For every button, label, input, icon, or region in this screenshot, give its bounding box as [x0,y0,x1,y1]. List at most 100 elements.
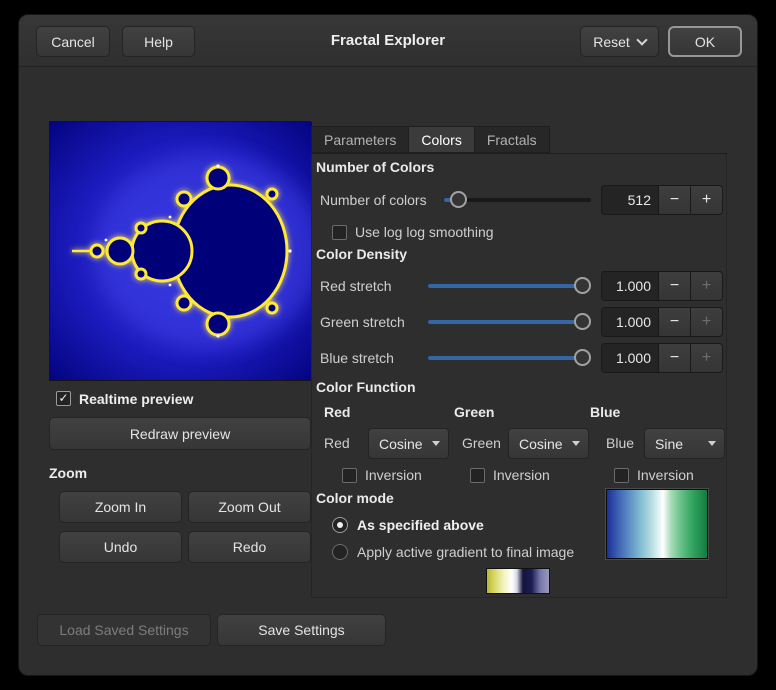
zoom-section-label: Zoom [49,465,311,481]
realtime-preview-option[interactable]: ✓ Realtime preview [56,390,311,407]
red-stretch-slider[interactable] [428,271,591,301]
number-of-colors-section-header: Number of Colors [316,159,434,175]
blue-function-label: Blue [606,435,634,451]
plus-icon: + [702,191,711,208]
decrement-button[interactable]: − [658,186,690,214]
radio-selected-icon[interactable] [332,517,348,533]
plus-icon: + [702,277,711,294]
fractal-preview-image [50,122,312,380]
green-inversion-option[interactable]: Inversion [470,467,550,483]
radio-unselected-icon[interactable] [332,544,348,560]
plus-icon: + [702,313,711,330]
number-of-colors-spinbox: − + [601,185,723,215]
save-settings-button[interactable]: Save Settings [217,614,386,646]
red-stretch-spinbox: − + [601,271,723,301]
tab-fractals[interactable]: Fractals [474,126,550,153]
combo-selected-value: Cosine [379,436,423,452]
as-specified-option[interactable]: As specified above [332,516,484,533]
redo-button[interactable]: Redo [188,531,311,563]
minus-icon: − [670,191,679,208]
checkbox-unchecked-icon[interactable] [332,225,347,240]
chevron-down-icon [432,441,440,446]
number-of-colors-label: Number of colors [320,192,440,208]
apply-gradient-label: Apply active gradient to final image [357,544,574,560]
log-smoothing-label: Use log log smoothing [355,224,494,240]
red-function-label: Red [324,435,350,451]
red-stretch-row: Red stretch − + [320,271,723,301]
apply-gradient-option[interactable]: Apply active gradient to final image [332,543,574,560]
slider-thumb[interactable] [574,313,591,330]
color-mapping-preview [606,489,708,559]
color-mode-section-header: Color mode [316,490,394,506]
increment-button: + [690,308,722,336]
checkbox-unchecked-icon[interactable] [614,468,629,483]
screen-background: Cancel Help Fractal Explorer Reset OK [0,0,776,690]
slider-thumb[interactable] [574,277,591,294]
blue-stretch-input[interactable] [602,344,658,372]
redraw-preview-button[interactable]: Redraw preview [49,417,311,450]
blue-stretch-row: Blue stretch − + [320,343,723,373]
colors-tab-panel: Number of Colors Number of colors − + [311,153,727,598]
green-function-select[interactable]: Cosine [508,428,589,459]
zoom-in-button[interactable]: Zoom In [59,491,182,523]
increment-button: + [690,272,722,300]
number-of-colors-input[interactable] [602,186,658,214]
green-stretch-input[interactable] [602,308,658,336]
as-specified-label: As specified above [357,517,484,533]
combo-selected-value: Sine [655,436,683,452]
decrement-button[interactable]: − [658,272,690,300]
active-gradient-preview[interactable] [486,568,550,594]
realtime-preview-label: Realtime preview [79,391,193,407]
undo-button[interactable]: Undo [59,531,182,563]
color-density-section-header: Color Density [316,246,407,262]
red-stretch-label: Red stretch [320,278,424,294]
zoom-out-button[interactable]: Zoom Out [188,491,311,523]
blue-stretch-slider[interactable] [428,343,591,373]
tab-parameters[interactable]: Parameters [311,126,408,153]
green-stretch-slider[interactable] [428,307,591,337]
blue-inversion-option[interactable]: Inversion [614,467,694,483]
plus-icon: + [702,349,711,366]
zoom-buttons: Zoom In Zoom Out Undo Redo [59,491,311,563]
green-stretch-row: Green stretch − + [320,307,723,337]
log-smoothing-option[interactable]: Use log log smoothing [332,224,494,240]
increment-button: + [690,344,722,372]
slider-thumb[interactable] [450,191,467,208]
slider-fill [428,284,582,288]
blue-column-header: Blue [590,404,620,420]
slider-fill [428,356,582,360]
blue-inversion-label: Inversion [637,467,694,483]
checkbox-unchecked-icon[interactable] [342,468,357,483]
settings-notebook: Parameters Colors Fractals Number of Col… [311,126,727,598]
reset-label: Reset [593,34,630,50]
green-inversion-label: Inversion [493,467,550,483]
preview-column: ✓ Realtime preview Redraw preview Zoom Z… [49,121,311,563]
red-inversion-option[interactable]: Inversion [342,467,422,483]
minus-icon: − [670,349,679,366]
chevron-down-icon [708,441,716,446]
decrement-button[interactable]: − [658,344,690,372]
red-stretch-input[interactable] [602,272,658,300]
fractal-preview[interactable] [49,121,311,381]
combo-selected-value: Cosine [519,436,563,452]
blue-function-select[interactable]: Sine [644,428,725,459]
titlebar: Cancel Help Fractal Explorer Reset OK [19,15,757,67]
chevron-down-icon [636,34,647,45]
number-of-colors-slider[interactable] [444,185,591,215]
radio-dot [337,522,343,528]
load-saved-settings-button: Load Saved Settings [37,614,211,646]
green-stretch-spinbox: − + [601,307,723,337]
slider-fill [428,320,582,324]
reset-button[interactable]: Reset [580,26,659,57]
blue-stretch-spinbox: − + [601,343,723,373]
green-function-label: Green [462,435,501,451]
decrement-button[interactable]: − [658,308,690,336]
increment-button[interactable]: + [690,186,722,214]
chevron-down-icon [572,441,580,446]
red-function-select[interactable]: Cosine [368,428,449,459]
ok-button[interactable]: OK [668,26,742,57]
checkbox-unchecked-icon[interactable] [470,468,485,483]
checkbox-checked-icon[interactable]: ✓ [56,391,71,406]
tab-colors[interactable]: Colors [408,126,473,153]
slider-thumb[interactable] [574,349,591,366]
